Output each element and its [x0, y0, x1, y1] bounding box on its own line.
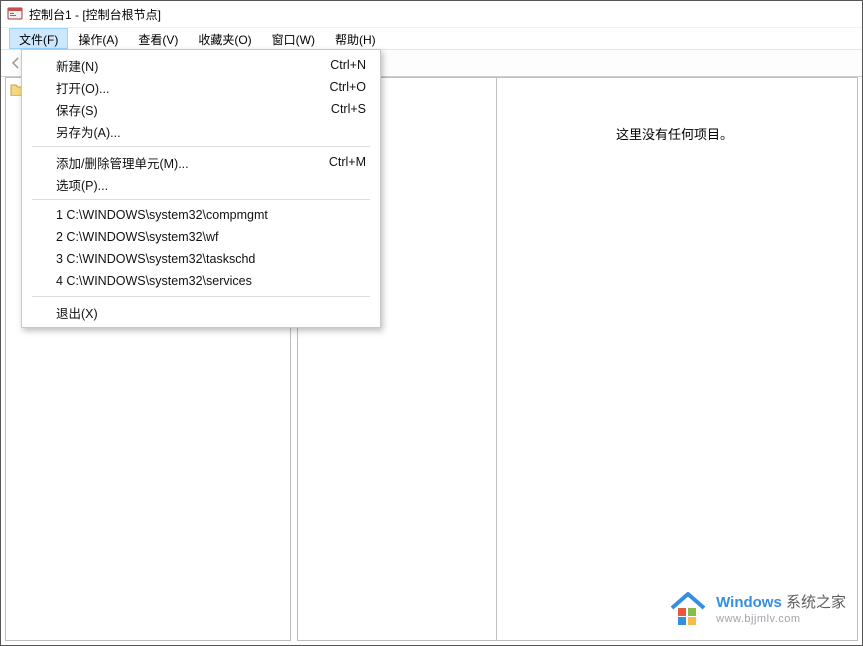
file-menu-save[interactable]: 保存(S) Ctrl+S [22, 98, 380, 120]
watermark-text: Windows 系统之家 www.bjjmlv.com [716, 594, 846, 627]
file-menu-recent-4[interactable]: 4 C:\WINDOWS\system32\services [22, 270, 380, 292]
mmc-app-icon [7, 6, 23, 22]
inner-splitter[interactable] [496, 78, 497, 640]
menu-action[interactable]: 操作(A) [68, 28, 128, 49]
content-pane: 这里没有任何项目。 [297, 77, 858, 641]
menu-separator [32, 146, 370, 147]
menu-favorites[interactable]: 收藏夹(O) [188, 28, 261, 49]
titlebar: 控制台1 - [控制台根节点] [1, 1, 862, 27]
file-menu-saveas[interactable]: 另存为(A)... [22, 120, 380, 142]
menu-item-label: 选项(P)... [56, 175, 108, 194]
menu-item-shortcut: Ctrl+O [330, 80, 366, 94]
watermark-title-suffix: 系统之家 [782, 594, 846, 611]
watermark-title: Windows 系统之家 [716, 594, 846, 613]
watermark-title-prefix: Windows [716, 594, 782, 611]
watermark-url: www.bjjmlv.com [716, 613, 846, 627]
file-menu-recent-1[interactable]: 1 C:\WINDOWS\system32\compmgmt [22, 204, 380, 226]
menu-item-shortcut: Ctrl+M [329, 155, 366, 169]
menu-item-label: 退出(X) [56, 303, 98, 322]
file-menu-new[interactable]: 新建(N) Ctrl+N [22, 54, 380, 76]
menu-item-label: 4 C:\WINDOWS\system32\services [56, 274, 252, 288]
menu-item-label: 保存(S) [56, 100, 98, 119]
window-title: 控制台1 - [控制台根节点] [29, 6, 161, 23]
menu-item-label: 2 C:\WINDOWS\system32\wf [56, 230, 219, 244]
file-menu-recent-2[interactable]: 2 C:\WINDOWS\system32\wf [22, 226, 380, 248]
menu-item-label: 3 C:\WINDOWS\system32\taskschd [56, 252, 255, 266]
menu-item-shortcut: Ctrl+S [331, 102, 366, 116]
file-menu-options[interactable]: 选项(P)... [22, 173, 380, 195]
file-menu-open[interactable]: 打开(O)... Ctrl+O [22, 76, 380, 98]
empty-message: 这里没有任何项目。 [508, 124, 841, 143]
file-menu-exit[interactable]: 退出(X) [22, 301, 380, 323]
menu-item-label: 新建(N) [56, 56, 98, 75]
menubar: 文件(F) 操作(A) 查看(V) 收藏夹(O) 窗口(W) 帮助(H) [1, 27, 862, 49]
menu-help[interactable]: 帮助(H) [325, 28, 386, 49]
menu-file[interactable]: 文件(F) [9, 28, 68, 49]
menu-item-label: 1 C:\WINDOWS\system32\compmgmt [56, 208, 268, 222]
file-menu-snapin[interactable]: 添加/删除管理单元(M)... Ctrl+M [22, 151, 380, 173]
house-icon [668, 590, 708, 631]
menu-window[interactable]: 窗口(W) [262, 28, 325, 49]
menu-item-shortcut: Ctrl+N [330, 58, 366, 72]
menu-separator [32, 199, 370, 200]
menu-view[interactable]: 查看(V) [128, 28, 188, 49]
menu-item-label: 另存为(A)... [56, 122, 121, 141]
menu-item-label: 添加/删除管理单元(M)... [56, 153, 189, 172]
watermark: Windows 系统之家 www.bjjmlv.com [668, 590, 846, 631]
file-menu-recent-3[interactable]: 3 C:\WINDOWS\system32\taskschd [22, 248, 380, 270]
menu-separator [32, 296, 370, 297]
file-menu-dropdown: 新建(N) Ctrl+N 打开(O)... Ctrl+O 保存(S) Ctrl+… [21, 49, 381, 328]
menu-item-label: 打开(O)... [56, 78, 109, 97]
